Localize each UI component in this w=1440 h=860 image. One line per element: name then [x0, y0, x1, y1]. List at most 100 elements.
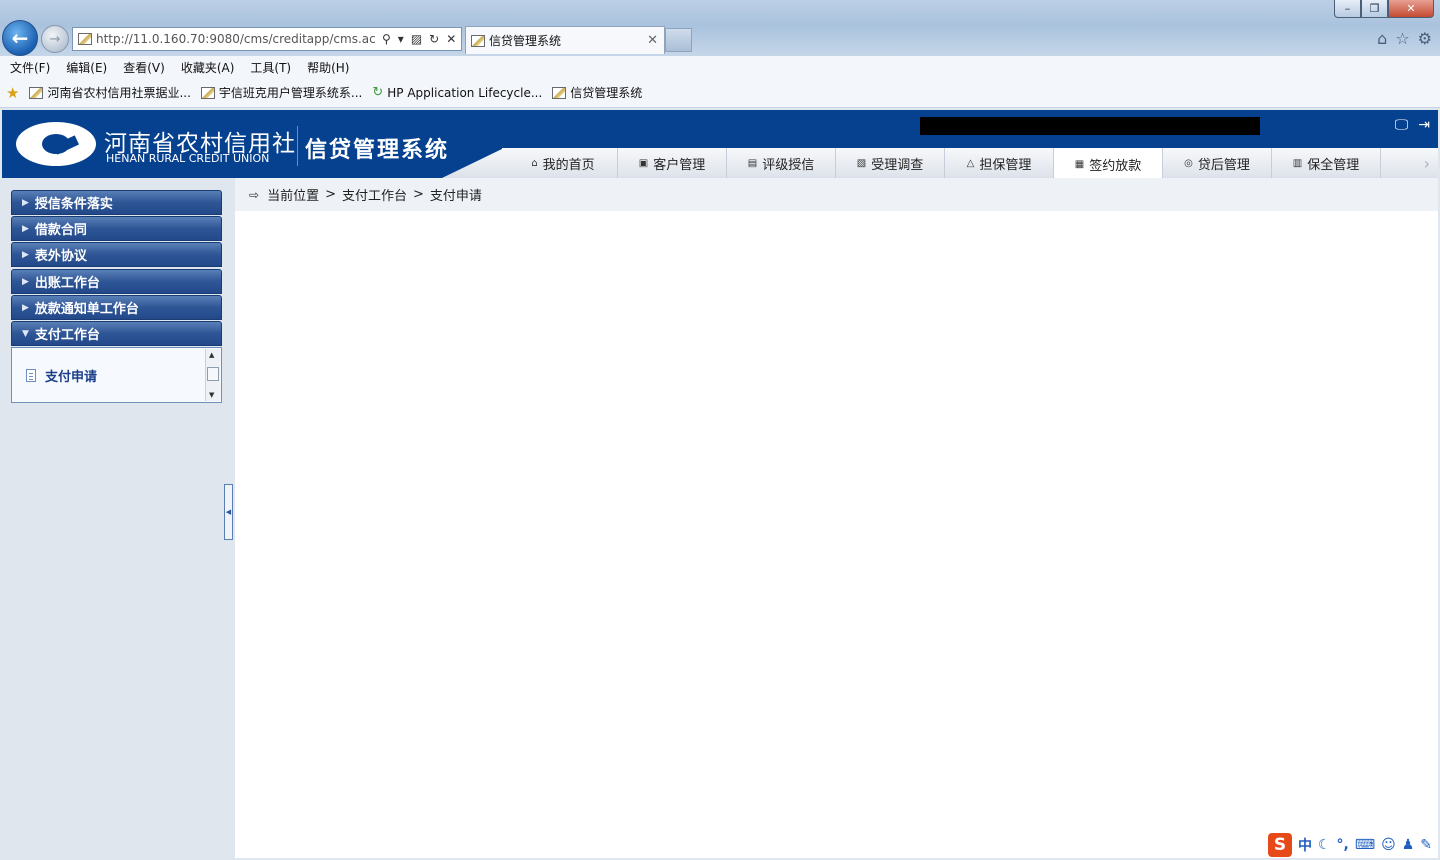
- tab-customer[interactable]: ▣ 客户管理: [618, 148, 727, 178]
- home-icon[interactable]: ⌂: [1377, 29, 1387, 48]
- keyboard-icon[interactable]: ⌨: [1355, 837, 1375, 853]
- menu-view[interactable]: 查看(V): [123, 59, 165, 76]
- page-favicon-icon: [78, 33, 92, 45]
- tab-title: 信贷管理系统: [489, 34, 562, 48]
- window-controls: – ❐ ✕: [1334, 0, 1434, 18]
- new-tab-button[interactable]: [665, 28, 692, 52]
- refresh-icon[interactable]: ↻: [429, 32, 439, 46]
- logout-icon[interactable]: ⇥: [1418, 117, 1430, 133]
- sidebar-item-off-balance[interactable]: ▶ 表外协议: [11, 242, 222, 267]
- sidebar-item-label: 表外协议: [34, 249, 87, 264]
- favorites-star-icon[interactable]: ★: [6, 84, 19, 102]
- favorites-star-icon[interactable]: ☆: [1395, 29, 1409, 48]
- expand-arrow-icon: ▶: [22, 249, 29, 260]
- favorite-label: 信贷管理系统: [570, 86, 643, 100]
- sidebar-item-payment-desk[interactable]: ▼ 支付工作台: [11, 321, 222, 346]
- sidebar-item-label: 借款合同: [34, 223, 87, 238]
- favorite-link[interactable]: 宇信班克用户管理系统系...: [200, 84, 362, 101]
- breadcrumb-item[interactable]: 支付工作台: [342, 185, 407, 204]
- rating-icon: ▤: [747, 157, 758, 169]
- org-name-en: HENAN RURAL CREDIT UNION: [106, 152, 270, 165]
- sidebar-item-credit-conditions[interactable]: ▶ 授信条件落实: [11, 190, 222, 215]
- customer-icon: ▣: [638, 157, 649, 169]
- collapse-arrow-icon: ▼: [22, 328, 29, 339]
- browser-titlebar: – ❐ ✕ ← → http://11.0.160.70:9080/cms/cr…: [0, 0, 1440, 56]
- survey-icon: ▧: [856, 157, 867, 169]
- tab-label: 我的首页: [542, 157, 595, 173]
- tab-close-icon[interactable]: ✕: [647, 33, 658, 48]
- sidebar-item-label: 放款通知单工作台: [34, 302, 139, 317]
- menu-tools[interactable]: 工具(T): [250, 59, 291, 76]
- app-header: 河南省农村信用社 HENAN RURAL CREDIT UNION 信贷管理系统…: [2, 110, 1438, 178]
- home-icon: ⌂: [531, 157, 538, 169]
- favorite-link[interactable]: 信贷管理系统: [552, 84, 642, 101]
- tab-label: 受理调查: [871, 157, 924, 173]
- desktop-icon[interactable]: 🖵: [1395, 117, 1409, 133]
- sidebar-item-loan-notice[interactable]: ▶ 放款通知单工作台: [11, 295, 222, 320]
- minimize-button[interactable]: –: [1334, 0, 1361, 18]
- postloan-icon: ◎: [1184, 157, 1193, 169]
- tab-guarantee[interactable]: △ 担保管理: [945, 148, 1054, 178]
- tab-favicon-icon: [471, 34, 485, 47]
- tab-label: 担保管理: [979, 157, 1032, 173]
- menu-edit[interactable]: 编辑(E): [66, 59, 107, 76]
- search-icon[interactable]: ⚲: [382, 32, 391, 46]
- main-content: ⇨ 当前位置 > 支付工作台 > 支付申请: [235, 178, 1438, 858]
- wrench-icon[interactable]: ✎: [1420, 837, 1432, 853]
- tab-preservation[interactable]: ▥ 保全管理: [1272, 148, 1381, 178]
- nav-scroll-right-icon[interactable]: ›: [1424, 154, 1430, 173]
- stop-icon[interactable]: ✕: [446, 32, 456, 46]
- skin-icon[interactable]: ♟: [1402, 837, 1415, 853]
- favorite-page-icon: [552, 86, 567, 99]
- address-text[interactable]: http://11.0.160.70:9080/cms/creditapp/cm…: [96, 32, 376, 46]
- tab-contract[interactable]: ▦ 签约放款: [1054, 148, 1163, 178]
- tab-label: 客户管理: [653, 157, 706, 173]
- sidebar-subitem-payment-request[interactable]: 支付申请: [26, 366, 97, 385]
- menu-file[interactable]: 文件(F): [10, 59, 50, 76]
- back-button[interactable]: ←: [2, 20, 38, 56]
- menu-favorites[interactable]: 收藏夹(A): [181, 59, 235, 76]
- expand-arrow-icon: ▶: [22, 223, 29, 234]
- ime-mode[interactable]: 中: [1298, 835, 1312, 855]
- sidebar-item-loan-contract[interactable]: ▶ 借款合同: [11, 216, 222, 241]
- sogou-logo-icon[interactable]: S: [1267, 833, 1292, 857]
- expand-arrow-icon: ▶: [22, 276, 29, 287]
- sidebar-item-disbursement-desk[interactable]: ▶ 出账工作台: [11, 269, 222, 294]
- subpanel-scrollbar[interactable]: ▲ ▼: [205, 349, 220, 401]
- address-bar[interactable]: http://11.0.160.70:9080/cms/creditapp/cm…: [72, 27, 462, 51]
- punctuation-icon[interactable]: °,: [1337, 837, 1349, 853]
- user-icon[interactable]: ☺: [1381, 837, 1396, 853]
- moon-icon[interactable]: ☾: [1318, 837, 1331, 853]
- favorite-link[interactable]: 河南省农村信用社票据业...: [29, 84, 191, 101]
- maximize-button[interactable]: ❐: [1361, 0, 1388, 18]
- tab-postloan[interactable]: ◎ 贷后管理: [1163, 148, 1272, 178]
- forward-arrow-icon: →: [49, 31, 61, 47]
- sidebar-collapse-handle[interactable]: ◀: [224, 484, 233, 540]
- expand-arrow-icon: ▶: [22, 302, 29, 313]
- compat-view-icon[interactable]: ▨: [411, 32, 422, 46]
- close-window-button[interactable]: ✕: [1388, 0, 1434, 18]
- header-divider: [297, 126, 298, 166]
- dropdown-icon[interactable]: ▾: [398, 32, 404, 46]
- hp-refresh-icon: ↻: [372, 85, 384, 100]
- breadcrumb-separator: >: [325, 187, 336, 202]
- tab-rating[interactable]: ▤ 评级授信: [727, 148, 836, 178]
- settings-gear-icon[interactable]: ⚙: [1418, 29, 1432, 48]
- browser-tools: ⌂ ☆ ⚙: [1377, 29, 1432, 48]
- scroll-thumb[interactable]: [207, 367, 219, 381]
- main-nav: ⌂ 我的首页 ▣ 客户管理 ▤ 评级授信 ▧ 受理调查 △ 担保管理 ▦ 签约放款 ◎ 贷后管…: [509, 148, 1381, 178]
- scroll-down-icon[interactable]: ▼: [209, 391, 214, 399]
- forward-button[interactable]: →: [41, 25, 69, 53]
- tab-label: 贷后管理: [1197, 157, 1250, 173]
- expand-arrow-icon: ▶: [22, 197, 29, 208]
- sidebar-item-label: 授信条件落实: [34, 197, 113, 212]
- menu-help[interactable]: 帮助(H): [307, 59, 349, 76]
- browser-tab[interactable]: 信贷管理系统 ✕: [465, 26, 665, 54]
- scroll-up-icon[interactable]: ▲: [209, 351, 214, 359]
- favorite-link[interactable]: ↻ HP Application Lifecycle...: [372, 85, 542, 100]
- sidebar-item-label: 出账工作台: [34, 276, 100, 291]
- contract-icon: ▦: [1074, 158, 1085, 170]
- tab-label: 签约放款: [1089, 158, 1142, 174]
- tab-survey[interactable]: ▧ 受理调查: [836, 148, 945, 178]
- tab-home[interactable]: ⌂ 我的首页: [509, 148, 618, 178]
